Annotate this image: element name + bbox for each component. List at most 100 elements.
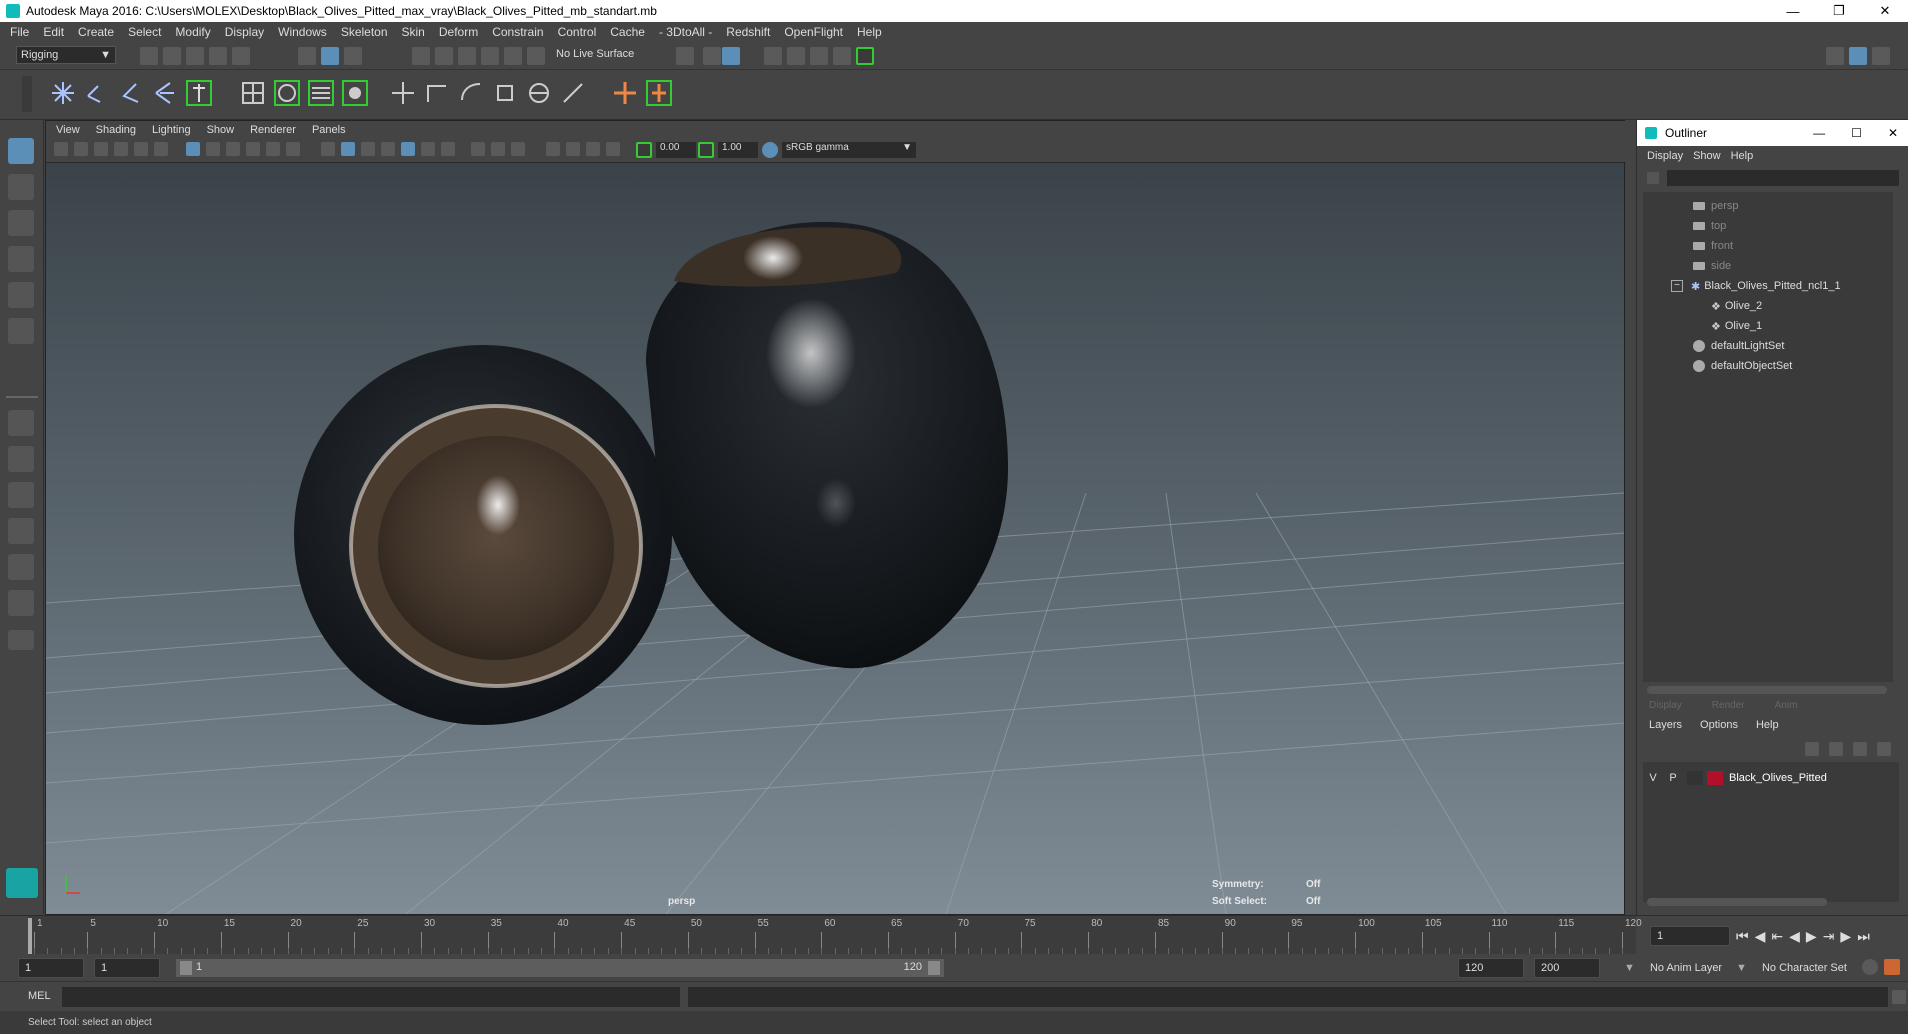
animation-start-field[interactable]: 1 (18, 958, 84, 978)
isolate-select-icon[interactable] (546, 142, 560, 156)
outliner-menu-help[interactable]: Help (1731, 150, 1754, 162)
cluster-icon[interactable] (272, 78, 302, 108)
move-tool-icon[interactable] (8, 246, 34, 272)
viewport-menu-renderer[interactable]: Renderer (250, 124, 296, 136)
single-perspective-layout-icon[interactable] (8, 410, 34, 436)
render-frame-icon[interactable] (787, 47, 805, 65)
point-constraint-icon[interactable] (422, 78, 452, 108)
wire-icon[interactable] (306, 78, 336, 108)
outliner-menu-show[interactable]: Show (1693, 150, 1721, 162)
outliner-maximize-button[interactable]: ☐ (1851, 126, 1862, 140)
grease-pencil-icon[interactable] (154, 142, 168, 156)
custom-layout-icon[interactable] (8, 630, 34, 650)
outliner-item-olive-1[interactable]: ❖ Olive_1 (1711, 316, 1762, 336)
viewport-menu-show[interactable]: Show (207, 124, 235, 136)
collapse-icon[interactable]: − (1671, 280, 1683, 292)
bookmark-icon[interactable] (94, 142, 108, 156)
perspective-viewport[interactable]: View Shading Lighting Show Renderer Pane… (45, 120, 1626, 915)
xray-active-icon[interactable] (586, 142, 600, 156)
snap-curve-icon[interactable] (435, 47, 453, 65)
step-back-frame-icon[interactable]: ◀ (1755, 928, 1766, 945)
new-layer-icon[interactable] (1877, 742, 1891, 756)
layer-name[interactable]: Black_Olives_Pitted (1729, 772, 1827, 784)
locator-icon[interactable] (388, 78, 418, 108)
viewport-menu-panels[interactable]: Panels (312, 124, 346, 136)
camera-attributes-icon[interactable] (74, 142, 88, 156)
layer-color-swatch[interactable] (1707, 771, 1723, 785)
gate-mask-icon[interactable] (246, 142, 260, 156)
field-chart-icon[interactable] (266, 142, 280, 156)
redo-icon[interactable] (232, 47, 250, 65)
bind-skin-icon[interactable] (184, 78, 214, 108)
select-camera-icon[interactable] (54, 142, 68, 156)
restore-button[interactable]: ❐ (1816, 0, 1862, 22)
menu-help[interactable]: Help (857, 25, 882, 39)
animation-end-field[interactable]: 200 (1534, 958, 1600, 978)
layer-playback-toggle[interactable]: P (1663, 772, 1683, 784)
exposure-icon[interactable] (636, 142, 652, 158)
sculpt-icon[interactable] (340, 78, 370, 108)
undo-icon[interactable] (209, 47, 227, 65)
add-influence-icon[interactable] (610, 78, 640, 108)
color-management-icon[interactable] (762, 142, 778, 158)
go-to-start-icon[interactable]: ⏮ (1736, 928, 1749, 945)
time-ruler[interactable]: 1 5 10 15 20 25 30 35 40 45 50 55 60 65 70 75 80 85 90 95 10… (28, 916, 1642, 954)
tab-render[interactable]: Render (1712, 700, 1745, 714)
play-forwards-icon[interactable]: ▶ (1806, 928, 1817, 945)
snap-view-icon[interactable] (481, 47, 499, 65)
menu-modify[interactable]: Modify (175, 25, 210, 39)
joint-tool-icon[interactable] (48, 78, 78, 108)
outliner-item-group[interactable]: − ✱ Black_Olives_Pitted_ncl1_1 (1671, 276, 1841, 296)
menu-redshift[interactable]: Redshift (726, 25, 770, 39)
modeling-toolkit-icon[interactable] (1826, 47, 1844, 65)
uv-editor-layout-icon[interactable] (8, 590, 34, 616)
move-layer-down-icon[interactable] (1829, 742, 1843, 756)
playback-end-field[interactable]: 120 (1458, 958, 1524, 978)
four-view-layout-icon[interactable] (8, 446, 34, 472)
tool-settings-toggle-icon[interactable] (1872, 47, 1890, 65)
layer-menu-help[interactable]: Help (1756, 719, 1779, 731)
use-all-lights-icon[interactable] (401, 142, 415, 156)
save-scene-icon[interactable] (186, 47, 204, 65)
gamma-icon[interactable] (698, 142, 714, 158)
maya-home-icon[interactable] (6, 868, 38, 898)
menu-create[interactable]: Create (78, 25, 114, 39)
exposure-field[interactable]: 0.00 (656, 142, 696, 158)
attribute-editor-toggle-icon[interactable] (1849, 47, 1867, 65)
time-slider[interactable]: 1 5 10 15 20 25 30 35 40 45 50 55 60 65 70 75 80 85 90 95 10… (0, 915, 1908, 955)
lasso-tool-icon[interactable] (8, 174, 34, 200)
script-editor-icon[interactable] (1892, 990, 1906, 1004)
output-ops-icon[interactable] (703, 47, 721, 65)
tab-display[interactable]: Display (1649, 700, 1682, 714)
motion-blur-icon[interactable] (471, 142, 485, 156)
new-layer-from-selected-icon[interactable] (1853, 742, 1867, 756)
anti-aliasing-icon[interactable] (491, 142, 505, 156)
menu-3dtoall[interactable]: - 3DtoAll - (659, 25, 712, 39)
new-scene-icon[interactable] (140, 47, 158, 65)
live-surface-label[interactable]: No Live Surface (556, 48, 634, 60)
menu-windows[interactable]: Windows (278, 25, 327, 39)
minimize-button[interactable]: — (1770, 0, 1816, 22)
snap-surface-icon[interactable] (504, 47, 522, 65)
menu-deform[interactable]: Deform (439, 25, 478, 39)
layer-type-toggle[interactable] (1687, 771, 1703, 785)
outliner-item-side[interactable]: side (1693, 256, 1731, 276)
range-bar[interactable]: 1 120 (176, 959, 944, 977)
smooth-shade-icon[interactable] (341, 142, 355, 156)
snap-point-icon[interactable] (458, 47, 476, 65)
outliner-close-button[interactable]: ✕ (1888, 126, 1898, 140)
gamma-field[interactable]: 1.00 (718, 142, 758, 158)
open-scene-icon[interactable] (163, 47, 181, 65)
input-ops-icon[interactable] (676, 47, 694, 65)
play-backwards-icon[interactable]: ◀ (1789, 928, 1800, 945)
layer-menu-layers[interactable]: Layers (1649, 719, 1682, 731)
orient-constraint-icon[interactable] (456, 78, 486, 108)
outliner-item-default-object-set[interactable]: defaultObjectSet (1693, 356, 1792, 376)
olive-halved-model[interactable] (294, 345, 672, 725)
parent-constraint-icon[interactable] (524, 78, 554, 108)
scale-constraint-icon[interactable] (490, 78, 520, 108)
character-set-dropdown[interactable]: ▼ No Character Set (1736, 962, 1847, 974)
menu-cache[interactable]: Cache (610, 25, 645, 39)
menu-openflight[interactable]: OpenFlight (784, 25, 843, 39)
command-language-label[interactable]: MEL (28, 990, 51, 1002)
